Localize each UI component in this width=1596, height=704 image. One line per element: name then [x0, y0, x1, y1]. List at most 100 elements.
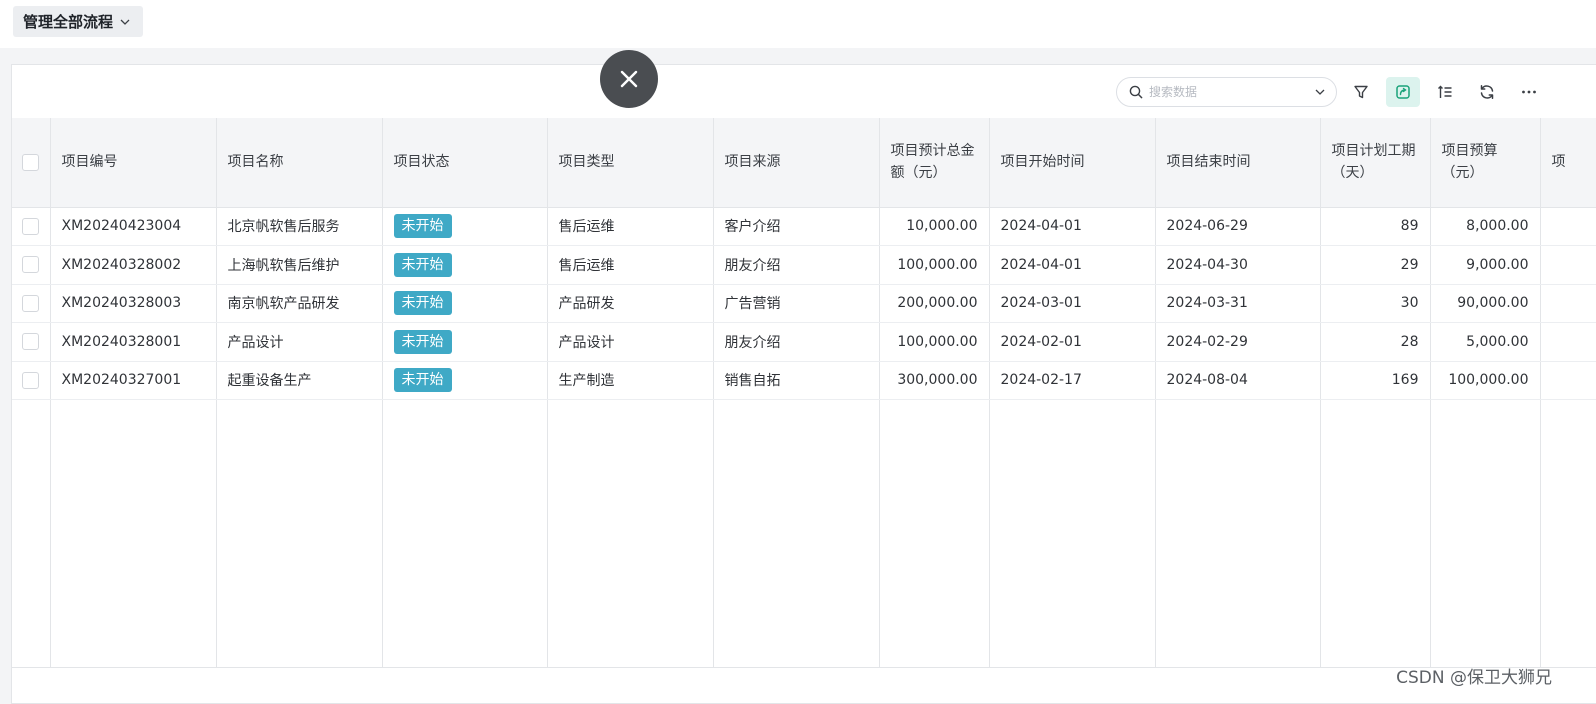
project-code-cell: XM20240328002: [50, 245, 217, 285]
overflow-cell: [1540, 207, 1596, 246]
project-source-cell: 客户介绍: [713, 207, 880, 246]
project-type-cell: 产品设计: [547, 322, 714, 362]
row-select-cell: [12, 361, 51, 400]
project-name-cell: 产品设计: [216, 322, 383, 362]
overflow-cell: [1540, 322, 1596, 362]
project-amount-cell: 100,000.00: [879, 245, 990, 285]
column-header[interactable]: 项目类型: [547, 118, 714, 208]
manage-flow-dropdown[interactable]: 管理全部流程: [13, 6, 144, 37]
project-start-cell: 2024-04-01: [989, 245, 1156, 285]
chevron-down-icon[interactable]: [1314, 86, 1326, 98]
sort-icon: [1438, 85, 1452, 98]
project-amount-cell: 300,000.00: [879, 361, 990, 400]
column-header[interactable]: 项: [1540, 118, 1596, 208]
row-select-cell: [12, 284, 51, 323]
project-source-cell: 朋友介绍: [713, 322, 880, 362]
chevron-down-icon: [120, 19, 130, 25]
select-all-checkbox[interactable]: [22, 153, 39, 171]
search-input[interactable]: [1149, 85, 1308, 99]
project-start-cell: 2024-02-17: [989, 361, 1156, 400]
table-row[interactable]: XM20240423004 北京帆软售后服务 未开始 售后运维 客户介绍 10,…: [12, 207, 1596, 246]
sort-button[interactable]: [1428, 77, 1462, 107]
project-start-cell: 2024-02-01: [989, 322, 1156, 362]
project-code-cell: XM20240423004: [50, 207, 217, 246]
empty-table-area: [12, 399, 1596, 668]
project-budget-cell: 100,000.00: [1430, 361, 1541, 400]
project-end-cell: 2024-03-31: [1155, 284, 1321, 323]
column-header[interactable]: 项目开始时间: [989, 118, 1156, 208]
project-end-cell: 2024-08-04: [1155, 361, 1321, 400]
column-header[interactable]: 项目状态: [382, 118, 548, 208]
project-name-cell: 南京帆软产品研发: [216, 284, 383, 323]
table-row[interactable]: XM20240328002 上海帆软售后维护 未开始 售后运维 朋友介绍 100…: [12, 245, 1596, 285]
filter-icon: [1354, 85, 1368, 99]
more-button[interactable]: [1512, 77, 1546, 107]
data-panel: 项目编号 项目名称 项目状态 项目类型 项目来源 项目预计总金额（元） 项目开始…: [11, 64, 1596, 704]
row-checkbox[interactable]: [22, 333, 39, 351]
table-row[interactable]: XM20240328001 产品设计 未开始 产品设计 朋友介绍 100,000…: [12, 322, 1596, 362]
table-row[interactable]: XM20240328003 南京帆软产品研发 未开始 产品研发 广告营销 200…: [12, 284, 1596, 323]
top-bar: 管理全部流程: [0, 0, 1596, 48]
project-status-cell: 未开始: [382, 284, 548, 323]
project-amount-cell: 200,000.00: [879, 284, 990, 323]
row-checkbox[interactable]: [22, 294, 39, 312]
project-amount-cell: 10,000.00: [879, 207, 990, 246]
manage-flow-label: 管理全部流程: [23, 13, 114, 31]
project-source-cell: 广告营销: [713, 284, 880, 323]
project-days-cell: 29: [1320, 245, 1431, 285]
project-days-cell: 28: [1320, 322, 1431, 362]
row-checkbox[interactable]: [22, 256, 39, 274]
project-budget-cell: 9,000.00: [1430, 245, 1541, 285]
project-status-cell: 未开始: [382, 322, 548, 362]
table-row[interactable]: XM20240327001 起重设备生产 未开始 生产制造 销售自拓 300,0…: [12, 361, 1596, 400]
project-code-cell: XM20240328001: [50, 322, 217, 362]
select-all-cell: [12, 118, 51, 208]
watermark: CSDN @保卫大狮兄: [1396, 668, 1552, 688]
column-header[interactable]: 项目编号: [50, 118, 217, 208]
table-toolbar: [1116, 76, 1596, 108]
overflow-cell: [1540, 284, 1596, 323]
project-start-cell: 2024-03-01: [989, 284, 1156, 323]
column-header[interactable]: 项目预计总金额（元）: [879, 118, 990, 208]
card-view-icon: [1396, 85, 1410, 99]
more-icon: [1522, 90, 1536, 94]
project-code-cell: XM20240328003: [50, 284, 217, 323]
project-name-cell: 北京帆软售后服务: [216, 207, 383, 246]
close-icon: [620, 70, 638, 88]
search-box[interactable]: [1116, 77, 1337, 107]
project-code-cell: XM20240327001: [50, 361, 217, 400]
project-budget-cell: 5,000.00: [1430, 322, 1541, 362]
project-amount-cell: 100,000.00: [879, 322, 990, 362]
column-header[interactable]: 项目结束时间: [1155, 118, 1321, 208]
column-header[interactable]: 项目计划工期（天）: [1320, 118, 1431, 208]
status-badge: 未开始: [393, 368, 452, 393]
filter-button[interactable]: [1344, 77, 1378, 107]
close-button[interactable]: [600, 50, 658, 108]
project-days-cell: 89: [1320, 207, 1431, 246]
row-checkbox[interactable]: [22, 217, 39, 235]
project-source-cell: 销售自拓: [713, 361, 880, 400]
search-icon: [1129, 85, 1143, 99]
project-end-cell: 2024-04-30: [1155, 245, 1321, 285]
project-end-cell: 2024-02-29: [1155, 322, 1321, 362]
project-name-cell: 上海帆软售后维护: [216, 245, 383, 285]
project-status-cell: 未开始: [382, 361, 548, 400]
column-header[interactable]: 项目来源: [713, 118, 880, 208]
project-days-cell: 30: [1320, 284, 1431, 323]
overflow-cell: [1540, 361, 1596, 400]
status-badge: 未开始: [393, 214, 452, 239]
project-budget-cell: 90,000.00: [1430, 284, 1541, 323]
project-end-cell: 2024-06-29: [1155, 207, 1321, 246]
project-status-cell: 未开始: [382, 207, 548, 246]
status-badge: 未开始: [393, 252, 452, 277]
project-start-cell: 2024-04-01: [989, 207, 1156, 246]
overflow-cell: [1540, 245, 1596, 285]
row-checkbox[interactable]: [22, 371, 39, 389]
column-header[interactable]: 项目名称: [216, 118, 383, 208]
column-header[interactable]: 项目预算（元）: [1430, 118, 1541, 208]
project-name-cell: 起重设备生产: [216, 361, 383, 400]
refresh-button[interactable]: [1470, 77, 1504, 107]
project-table: 项目编号 项目名称 项目状态 项目类型 项目来源 项目预计总金额（元） 项目开始…: [12, 118, 1596, 670]
refresh-icon: [1480, 85, 1494, 99]
card-view-button[interactable]: [1386, 77, 1420, 107]
